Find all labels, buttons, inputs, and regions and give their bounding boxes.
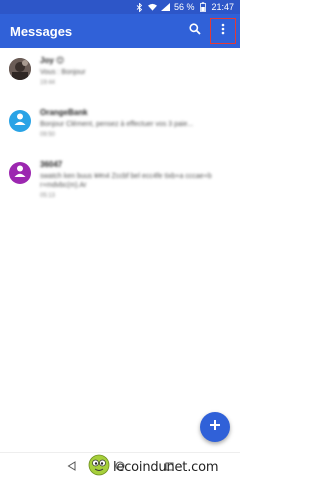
more-options-button[interactable] [210,18,236,44]
conversation-snippet: Bonjour Clément, pensez à effectuer vos … [40,121,194,128]
search-button[interactable] [184,20,206,42]
battery-percent: 56 % [173,2,195,12]
page-title: Messages [10,23,73,39]
conversation-time: 05:13 [40,193,56,199]
wifi-icon [147,2,157,12]
back-icon [67,458,76,476]
conversation-snippet: Vous : Bonjour [40,69,86,76]
conversation-time: 09:50 [40,132,56,138]
conversation-item[interactable]: 36047 swatch ken buus ¥#n4 Zccbf bel ecc… [0,154,240,206]
person-icon [13,112,27,131]
watermark-logo [88,454,110,480]
conversation-item[interactable]: Joy 😊 Vous : Bonjour 19:44 [0,50,240,102]
watermark: lecoindunet.com [88,454,219,480]
avatar [9,162,31,184]
status-time: 21:47 [211,2,234,12]
signal-icon [160,2,170,12]
app-bar: Messages [0,14,240,48]
new-conversation-button[interactable] [200,412,230,442]
battery-icon [198,2,207,12]
bluetooth-icon [135,2,144,12]
person-icon [13,164,27,183]
more-vert-icon [221,22,225,40]
add-icon [209,418,221,436]
back-button[interactable] [64,460,78,474]
conversation-snippet: swatch ken buus ¥#n4 Zccbf bel ecc4fe ti… [40,173,212,189]
conversation-list: Joy 😊 Vous : Bonjour 19:44 OrangeBank Bo… [0,50,240,206]
conversation-item[interactable]: OrangeBank Bonjour Clément, pensez à eff… [0,102,240,154]
conversation-name: Joy 😊 [40,56,65,65]
status-bar: 56 % 21:47 [0,0,240,14]
conversation-name: 36047 [40,160,63,169]
conversation-name: OrangeBank [40,108,88,117]
avatar [9,110,31,132]
watermark-text: lecoindunet.com [113,459,219,475]
avatar [9,58,31,80]
app-bar-actions [184,14,236,48]
search-icon [189,22,201,40]
conversation-time: 19:44 [40,80,56,86]
